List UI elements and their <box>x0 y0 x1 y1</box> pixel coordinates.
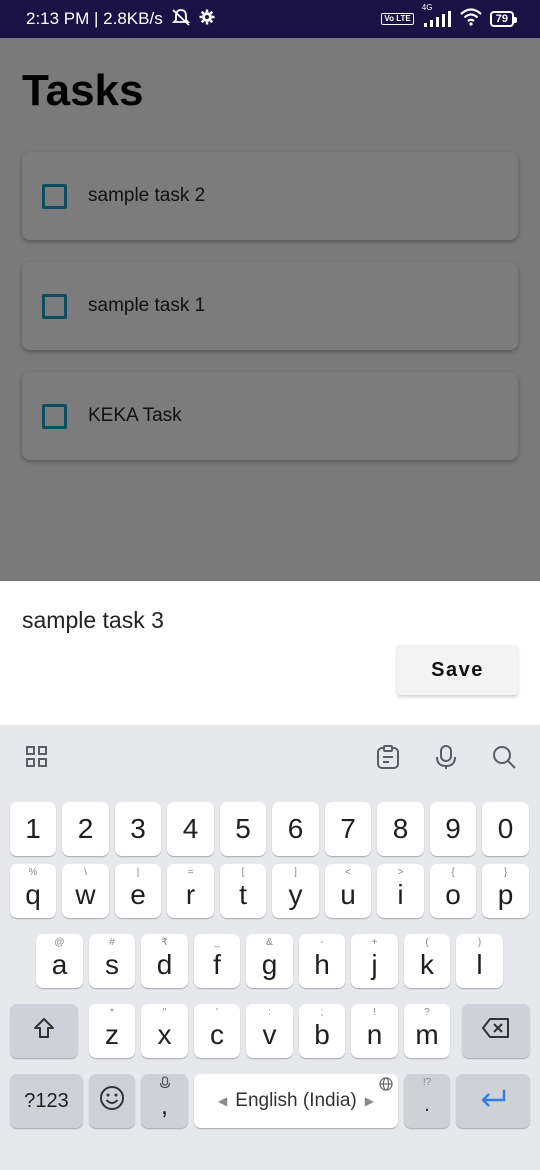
symbols-key[interactable]: ?123 <box>10 1074 83 1128</box>
shift-key[interactable] <box>10 1004 78 1058</box>
task-input[interactable]: sample task 3 <box>22 607 164 634</box>
key-0[interactable]: 0 <box>482 802 529 856</box>
task-checkbox[interactable] <box>42 293 67 319</box>
key-w[interactable]: \ w <box>62 864 109 918</box>
battery-icon: 79 <box>489 11 518 27</box>
key-2[interactable]: 2 <box>62 802 109 856</box>
status-time: 2:13 PM | 2.8KB/s <box>26 9 163 28</box>
enter-arrow-icon <box>478 1087 508 1115</box>
emoji-icon <box>99 1085 125 1117</box>
language-label: English (India) <box>235 1090 357 1111</box>
key-8[interactable]: 8 <box>377 802 424 856</box>
key-k[interactable]: (k <box>404 934 450 988</box>
mute-bell-icon <box>171 8 191 31</box>
status-bar: 2:13 PM | 2.8KB/s Vo LTE 4G 79 <box>0 0 540 38</box>
key-h[interactable]: -h <box>299 934 345 988</box>
signal-icon: 4G <box>422 3 452 27</box>
key-o[interactable]: {o <box>430 864 476 918</box>
key-e[interactable]: | e <box>115 864 161 918</box>
key-j[interactable]: + j <box>351 934 398 988</box>
key-g[interactable]: & g <box>246 934 293 988</box>
apps-grid-icon[interactable] <box>24 744 50 770</box>
prev-language-arrow: ◀ <box>218 1094 228 1108</box>
key-6[interactable]: 6 <box>272 802 319 856</box>
add-task-sheet: sample task 3 Save <box>0 581 540 725</box>
key-v[interactable]: :v <box>246 1004 293 1058</box>
wifi-icon <box>460 7 482 31</box>
screen: 2:13 PM | 2.8KB/s Vo LTE 4G 79 Tasks sam <box>0 0 540 1170</box>
network-type: 4G <box>421 3 433 12</box>
emoji-key[interactable] <box>89 1074 135 1128</box>
key-t[interactable]: [t <box>220 864 266 918</box>
key-z[interactable]: * z <box>89 1004 135 1058</box>
settings-gear-icon <box>199 9 215 30</box>
key-q[interactable]: % q <box>10 864 56 918</box>
key-u[interactable]: < u <box>325 864 371 918</box>
space-key[interactable]: ◀ English (India) ▶ <box>194 1074 398 1128</box>
task-checkbox[interactable] <box>42 183 67 209</box>
key-c[interactable]: ' c <box>194 1004 240 1058</box>
soft-keyboard: 1 2 3 4 5 6 7 8 9 0 % q \ w | e = r [t ] y < u… <box>0 725 540 1170</box>
task-label: sample task 1 <box>88 295 206 316</box>
task-list-screen: Tasks sample task 2 sample task 1 KEKA T… <box>0 38 540 581</box>
clipboard-icon[interactable] <box>375 744 401 770</box>
key-r[interactable]: = r <box>167 864 214 918</box>
backspace-icon <box>482 1017 510 1045</box>
key-p[interactable]: } p <box>482 864 529 918</box>
task-card[interactable]: KEKA Task <box>22 372 518 460</box>
microphone-icon[interactable] <box>433 744 459 770</box>
key-s[interactable]: # s <box>89 934 135 988</box>
key-a[interactable]: @ a <box>36 934 83 988</box>
key-b[interactable]: ; b <box>299 1004 345 1058</box>
globe-icon <box>378 1077 394 1094</box>
search-icon[interactable] <box>491 744 517 770</box>
volte-icon: Vo LTE <box>381 13 414 25</box>
key-i[interactable]: > i <box>377 864 424 918</box>
task-card[interactable]: sample task 1 <box>22 262 518 350</box>
page-title: Tasks <box>22 66 144 115</box>
shift-icon <box>32 1016 56 1046</box>
key-d[interactable]: ₹ d <box>141 934 188 988</box>
key-n[interactable]: ! n <box>351 1004 398 1058</box>
key-9[interactable]: 9 <box>430 802 476 856</box>
key-f[interactable]: _ f <box>194 934 240 988</box>
task-checkbox[interactable] <box>42 403 67 429</box>
task-label: sample task 2 <box>88 185 206 206</box>
key-y[interactable]: ] y <box>272 864 319 918</box>
save-button[interactable]: Save <box>397 645 518 695</box>
task-label: KEKA Task <box>88 405 182 426</box>
key-4[interactable]: 4 <box>167 802 214 856</box>
backspace-key[interactable] <box>462 1004 530 1058</box>
key-3[interactable]: 3 <box>115 802 161 856</box>
comma-key[interactable]: , <box>141 1074 188 1128</box>
period-key[interactable]: !? . <box>404 1074 450 1128</box>
task-card[interactable]: sample task 2 <box>22 152 518 240</box>
keyboard-toolbar <box>0 725 540 790</box>
key-m[interactable]: ? m <box>404 1004 450 1058</box>
key-5[interactable]: 5 <box>220 802 266 856</box>
key-x[interactable]: " x <box>141 1004 188 1058</box>
next-language-arrow: ▶ <box>364 1094 374 1108</box>
key-l[interactable]: ) l <box>456 934 503 988</box>
enter-key[interactable] <box>456 1074 530 1128</box>
key-7[interactable]: 7 <box>325 802 371 856</box>
key-1[interactable]: 1 <box>10 802 56 856</box>
